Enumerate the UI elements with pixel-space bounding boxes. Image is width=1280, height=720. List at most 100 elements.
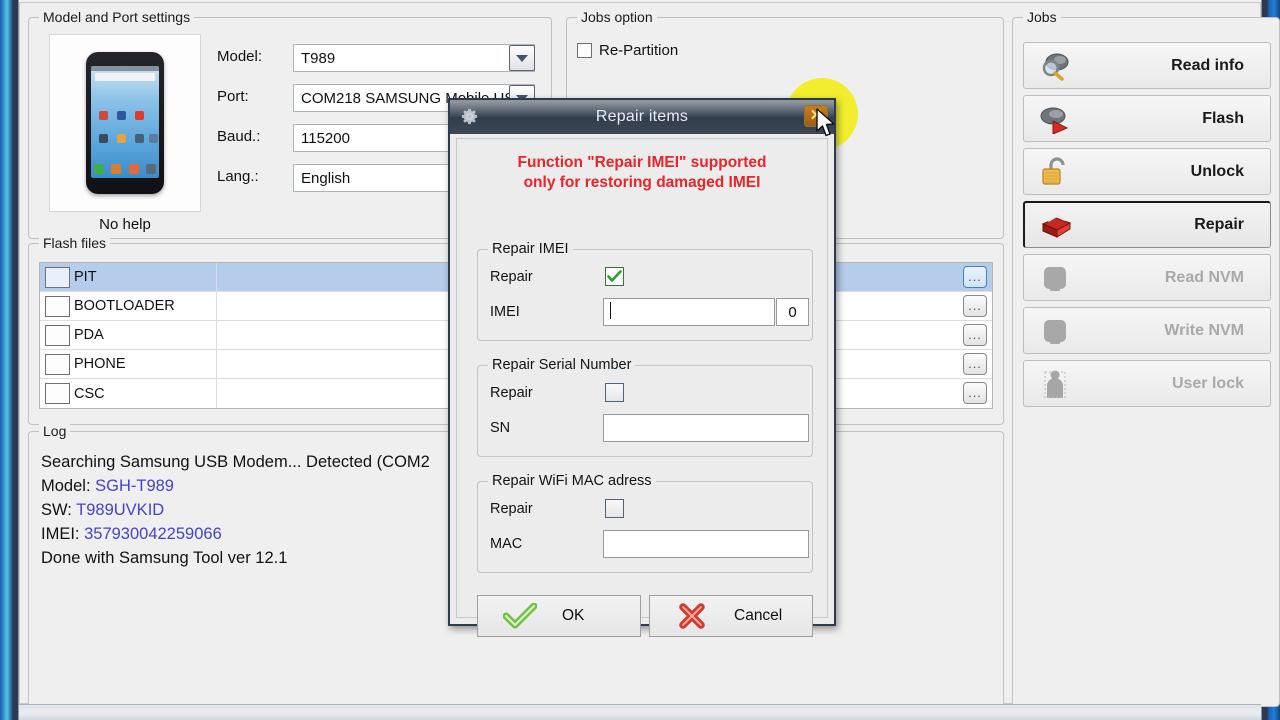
job-button-read-info[interactable]: Read info xyxy=(1023,42,1271,89)
sn-repair-row: Repair xyxy=(490,383,800,407)
sn-repair-checkbox[interactable] xyxy=(605,383,624,402)
sn-value-row: SN xyxy=(490,414,809,442)
flash-row-checkbox[interactable] xyxy=(45,353,70,375)
mouse-cursor xyxy=(816,108,838,140)
flash-row-name: PDA xyxy=(74,327,104,343)
job-label: Read NVM xyxy=(1164,268,1244,286)
chip-icon xyxy=(1024,263,1086,293)
warning-message: Function "Repair IMEI" supported only fo… xyxy=(457,139,827,193)
imei-repair-label: Repair xyxy=(490,269,533,285)
dialog-titlebar[interactable]: Repair items ✕ xyxy=(450,100,834,134)
browse-button[interactable]: ... xyxy=(963,295,987,317)
job-button-user-lock: User lock xyxy=(1023,360,1271,407)
flash-row-checkbox[interactable] xyxy=(45,295,70,317)
warning-line-2: only for restoring damaged IMEI xyxy=(523,174,761,191)
log-line-4-value: 357930042259066 xyxy=(84,525,222,543)
imei-repair-checkbox[interactable] xyxy=(605,267,624,286)
mac-value-row: MAC xyxy=(490,530,809,558)
repartition-checkbox[interactable] xyxy=(577,43,592,58)
model-input[interactable]: T989 xyxy=(293,44,535,72)
imei-digit-count: 0 xyxy=(776,298,809,326)
toolbox-icon xyxy=(1025,210,1087,240)
log-line-3-label: SW: xyxy=(41,501,77,519)
dialog-button-bar: OK Cancel xyxy=(477,595,813,637)
repair-serial-number-group: Repair Serial Number Repair SN xyxy=(477,357,813,457)
browse-button[interactable]: ... xyxy=(963,266,987,288)
flash-row-name: CSC xyxy=(74,385,105,402)
repair-mac-group-title: Repair WiFi MAC adress xyxy=(488,473,656,489)
repair-items-dialog: Repair items ✕ Function "Repair IMEI" su… xyxy=(448,98,836,637)
jobs-option-group-title: Jobs option xyxy=(577,9,657,25)
red-x-icon xyxy=(650,603,734,629)
job-label: Read info xyxy=(1171,56,1244,74)
chevron-down-icon xyxy=(516,54,528,62)
mac-repair-label: Repair xyxy=(490,501,533,517)
repair-sn-group-title: Repair Serial Number xyxy=(488,357,636,373)
mac-label: MAC xyxy=(490,536,523,552)
flash-row-name: PIT xyxy=(74,269,97,285)
job-label: Write NVM xyxy=(1164,321,1244,339)
job-label: Repair xyxy=(1194,216,1244,233)
sn-label: SN xyxy=(490,420,511,436)
log-line-2-value: SGH-T989 xyxy=(95,477,174,495)
log-line-5: Done with Samsung Tool ver 12.1 xyxy=(41,549,288,567)
repair-imei-group-title: Repair IMEI xyxy=(488,241,573,257)
model-field-row: Model: T989 xyxy=(217,44,535,72)
browse-button[interactable]: ... xyxy=(963,382,987,404)
chip-icon xyxy=(1024,316,1086,346)
mac-repair-checkbox[interactable] xyxy=(605,499,624,518)
job-label: User lock xyxy=(1171,374,1244,392)
browse-button[interactable]: ... xyxy=(963,324,987,346)
sn-input[interactable] xyxy=(603,414,809,442)
window-status-strip xyxy=(19,704,1261,720)
job-button-flash[interactable]: Flash xyxy=(1023,95,1271,142)
repair-wifi-mac-group: Repair WiFi MAC adress Repair MAC xyxy=(477,473,813,573)
device-image xyxy=(49,34,201,212)
sn-repair-label: Repair xyxy=(490,385,533,401)
application-window: Model and Port settings No help Model: T… xyxy=(0,0,1280,720)
flash-row-name: PHONE xyxy=(74,356,126,372)
dialog-title: Repair items xyxy=(595,108,689,125)
jobs-group: Jobs Read info Flash Unlock Repair Read … xyxy=(1012,9,1280,707)
green-check-icon xyxy=(478,603,562,629)
lang-label: Lang.: xyxy=(217,168,259,185)
job-button-unlock[interactable]: Unlock xyxy=(1023,148,1271,195)
cancel-button[interactable]: Cancel xyxy=(649,595,813,637)
imei-value-row: IMEI 0 xyxy=(490,298,809,326)
repair-imei-group: Repair IMEI Repair IMEI 0 xyxy=(477,241,813,341)
imei-input[interactable] xyxy=(603,298,775,326)
magnifier-icon xyxy=(1024,51,1086,81)
job-label: Unlock xyxy=(1190,162,1244,180)
job-button-read-nvm: Read NVM xyxy=(1023,254,1271,301)
baud-label: Baud.: xyxy=(217,128,261,145)
job-button-repair[interactable]: Repair xyxy=(1023,201,1271,248)
log-line-1: Searching Samsung USB Modem... Detected … xyxy=(41,453,430,471)
log-group-title: Log xyxy=(39,423,71,439)
dialog-body: Function "Repair IMEI" supported only fo… xyxy=(456,138,828,637)
mac-input[interactable] xyxy=(603,530,809,558)
check-mark-icon xyxy=(607,270,622,282)
help-text: No help xyxy=(99,216,151,233)
warning-line-1: Function "Repair IMEI" supported xyxy=(517,154,767,171)
model-label: Model: xyxy=(217,48,263,65)
mac-repair-row: Repair xyxy=(490,499,800,523)
flash-row-checkbox[interactable] xyxy=(45,266,70,288)
repartition-row[interactable]: Re-Partition xyxy=(577,42,678,59)
log-line-3-value: T989UVKID xyxy=(76,501,165,519)
flash-row-checkbox[interactable] xyxy=(45,324,70,346)
phone-illustration xyxy=(86,52,164,194)
text-caret xyxy=(610,302,611,319)
user-lock-icon xyxy=(1024,369,1086,399)
imei-label: IMEI xyxy=(490,304,520,320)
imei-repair-row: Repair xyxy=(490,267,800,291)
job-label: Flash xyxy=(1202,109,1244,127)
ok-button[interactable]: OK xyxy=(477,595,641,637)
model-dropdown-button[interactable] xyxy=(509,45,535,71)
job-button-write-nvm: Write NVM xyxy=(1023,307,1271,354)
cancel-button-label: Cancel xyxy=(734,607,783,624)
flash-row-checkbox[interactable] xyxy=(45,383,70,404)
log-line-2-label: Model: xyxy=(41,477,96,495)
open-padlock-icon xyxy=(1024,156,1086,188)
flash-play-icon xyxy=(1024,104,1086,134)
browse-button[interactable]: ... xyxy=(963,353,987,375)
